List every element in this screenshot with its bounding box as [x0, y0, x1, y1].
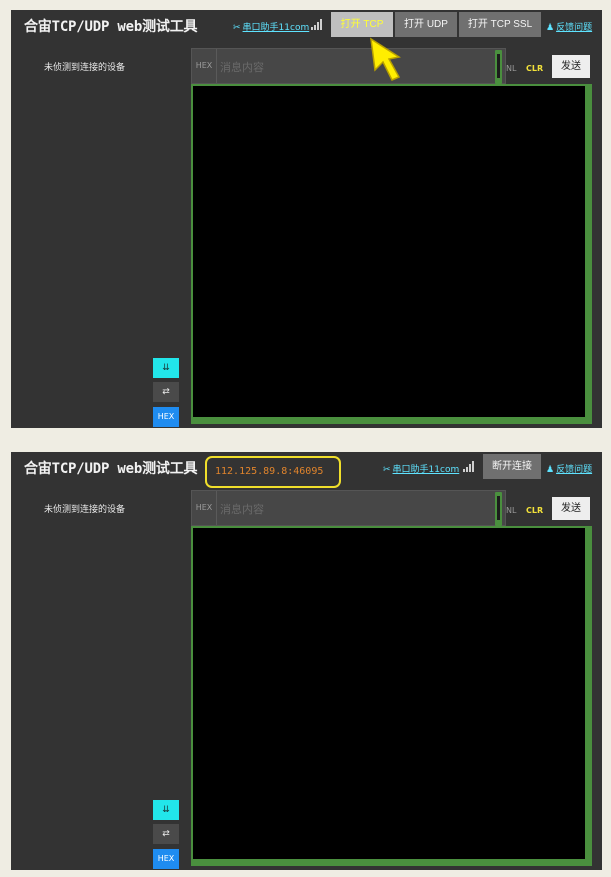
- swap-icon[interactable]: ⇄: [153, 824, 179, 844]
- app-title: 合宙TCP/UDP web测试工具: [24, 461, 198, 477]
- feedback-link[interactable]: ♟ 反馈问题: [546, 462, 592, 475]
- connection-address: 112.125.89.8:46095: [215, 466, 324, 477]
- swap-icon[interactable]: ⇄: [153, 382, 179, 402]
- nl-toggle[interactable]: NL: [506, 506, 516, 515]
- send-button[interactable]: 发送: [552, 55, 590, 78]
- feedback-icon: ♟: [546, 465, 555, 475]
- message-row: HEX 消息内容: [191, 490, 506, 526]
- tools-icon: ✂: [233, 23, 241, 33]
- feedback-icon: ♟: [546, 23, 555, 33]
- nl-toggle[interactable]: NL: [506, 64, 516, 73]
- app-title: 合宙TCP/UDP web测试工具: [24, 19, 198, 35]
- signal-icon: [463, 460, 477, 472]
- clear-button[interactable]: CLR: [526, 506, 543, 515]
- clear-button[interactable]: CLR: [526, 64, 543, 73]
- send-button[interactable]: 发送: [552, 497, 590, 520]
- app-panel-connected: 合宙TCP/UDP web测试工具 112.125.89.8:46095 ✂ 串口…: [11, 452, 602, 870]
- pointer-cursor-icon: [370, 37, 401, 81]
- sort-icon[interactable]: ⇊: [153, 358, 179, 378]
- sort-icon[interactable]: ⇊: [153, 800, 179, 820]
- message-input[interactable]: 消息内容: [220, 59, 264, 75]
- signal-icon: [311, 18, 325, 30]
- serial-assistant-link[interactable]: ✂ 串口助手11com: [383, 462, 459, 475]
- top-bar: 合宙TCP/UDP web测试工具 112.125.89.8:46095 ✂ 串口…: [11, 452, 602, 488]
- side-hex-button[interactable]: HEX: [153, 407, 179, 427]
- tools-icon: ✂: [383, 465, 391, 475]
- no-device-text: 未侦测到连接的设备: [44, 63, 126, 73]
- main-area: 未侦测到连接的设备 HEX 消息内容 NL CLR 发送 ⇊ ⇄ HEX: [11, 40, 602, 428]
- hex-toggle[interactable]: HEX: [192, 49, 217, 83]
- app-panel-disconnected: 合宙TCP/UDP web测试工具 ✂ 串口助手11com 打开 TCP 打开 U…: [11, 10, 602, 428]
- message-row: HEX 消息内容: [191, 48, 506, 84]
- output-console[interactable]: [191, 84, 592, 424]
- disconnect-button[interactable]: 断开连接: [483, 454, 541, 479]
- serial-assistant-link[interactable]: ✂ 串口助手11com: [233, 20, 309, 33]
- main-area: 未侦测到连接的设备 HEX 消息内容 NL CLR 发送 ⇊ ⇄ HEX: [11, 482, 602, 870]
- top-bar: 合宙TCP/UDP web测试工具 ✂ 串口助手11com 打开 TCP 打开 U…: [11, 10, 602, 40]
- feedback-link[interactable]: ♟ 反馈问题: [546, 20, 592, 33]
- output-console[interactable]: [191, 526, 592, 866]
- open-udp-button[interactable]: 打开 UDP: [395, 12, 457, 37]
- message-input[interactable]: 消息内容: [220, 501, 264, 517]
- no-device-text: 未侦测到连接的设备: [44, 505, 126, 515]
- side-hex-button[interactable]: HEX: [153, 849, 179, 869]
- input-scrollbar[interactable]: [495, 50, 502, 84]
- hex-toggle[interactable]: HEX: [192, 491, 217, 525]
- open-tcp-button[interactable]: 打开 TCP: [331, 12, 393, 37]
- open-tcp-ssl-button[interactable]: 打开 TCP SSL: [459, 12, 541, 37]
- input-scrollbar[interactable]: [495, 492, 502, 526]
